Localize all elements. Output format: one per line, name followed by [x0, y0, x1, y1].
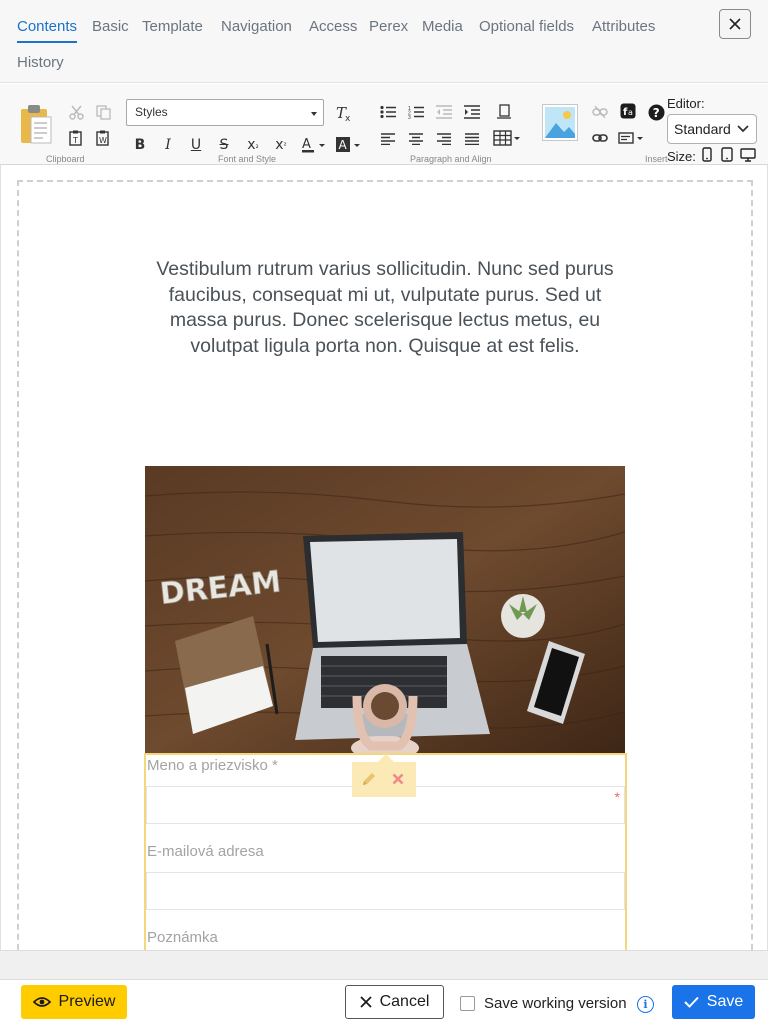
paste-word-icon[interactable]: W: [93, 128, 113, 148]
numbered-list-icon[interactable]: 123: [406, 103, 426, 121]
save-button[interactable]: Save: [672, 985, 755, 1019]
delete-icon[interactable]: [392, 773, 404, 785]
remove-format-icon[interactable]: Tx: [333, 102, 355, 124]
table-icon[interactable]: [492, 128, 522, 148]
tab-attributes[interactable]: Attributes: [592, 18, 655, 35]
outdent-icon[interactable]: [434, 103, 454, 121]
font-awesome-icon[interactable]: fa: [619, 102, 637, 120]
editor-select[interactable]: Standard: [667, 114, 757, 144]
tab-media[interactable]: Media: [422, 18, 463, 35]
note-field-label: Poznámka: [147, 929, 218, 946]
cancel-label: Cancel: [379, 993, 430, 1010]
desktop-size-icon[interactable]: [739, 146, 757, 163]
preview-label: Preview: [58, 993, 116, 1010]
editor-label: Editor:: [667, 96, 705, 111]
paste-text-icon[interactable]: T: [66, 128, 86, 148]
close-icon: [359, 996, 372, 1008]
edit-icon[interactable]: [361, 772, 376, 787]
italic-icon[interactable]: I: [159, 135, 177, 155]
tab-optional-fields[interactable]: Optional fields: [479, 18, 574, 35]
svg-text:3: 3: [408, 115, 411, 119]
close-icon: [729, 18, 741, 30]
tab-navigation[interactable]: Navigation: [221, 18, 292, 35]
tab-history[interactable]: History: [17, 54, 64, 71]
required-marker: *: [614, 789, 620, 805]
lead-paragraph: Vestibulum rutrum varius sollicitudin. N…: [156, 258, 614, 357]
cut-icon[interactable]: [66, 102, 86, 122]
paragraph-align-group-label: Paragraph and Align: [410, 154, 492, 164]
tab-contents[interactable]: Contents: [17, 18, 78, 43]
mobile-size-icon[interactable]: [700, 146, 714, 163]
image-icon[interactable]: [541, 103, 579, 142]
unlink-icon[interactable]: [591, 103, 609, 121]
tab-access[interactable]: Access: [309, 18, 357, 35]
svg-text:W: W: [99, 136, 107, 145]
help-icon[interactable]: ?: [646, 102, 666, 122]
save-working-version-label[interactable]: Save working version: [484, 995, 627, 1012]
text-color-icon[interactable]: A: [299, 135, 327, 155]
info-icon[interactable]: i: [637, 996, 654, 1013]
strikethrough-icon[interactable]: S: [215, 135, 233, 155]
hero-image[interactable]: DREAM: [144, 466, 626, 760]
form-icon[interactable]: [617, 129, 645, 147]
bulleted-list-icon[interactable]: [378, 103, 398, 121]
save-label: Save: [706, 993, 744, 1010]
div-icon[interactable]: [494, 102, 514, 122]
editor-value: Standard: [674, 121, 731, 137]
background-color-icon[interactable]: A: [334, 135, 362, 155]
styles-dropdown[interactable]: Styles: [126, 99, 324, 126]
email-field-label: E-mailová adresa: [147, 843, 264, 860]
editor-content[interactable]: Vestibulum rutrum varius sollicitudin. N…: [0, 165, 768, 950]
styles-value: Styles: [135, 105, 168, 119]
superscript-icon[interactable]: x²: [271, 135, 291, 155]
align-center-icon[interactable]: [406, 130, 426, 148]
svg-text:A: A: [302, 137, 311, 152]
svg-text:x: x: [345, 114, 351, 122]
status-band: [0, 950, 768, 980]
copy-icon[interactable]: [93, 102, 113, 122]
link-icon[interactable]: [591, 129, 609, 147]
insert-group-label: Insert: [645, 154, 668, 164]
tab-basic[interactable]: Basic: [92, 18, 129, 35]
subscript-icon[interactable]: x₂: [243, 135, 263, 155]
eye-icon: [32, 997, 51, 1007]
preview-button[interactable]: Preview: [21, 985, 127, 1019]
email-input[interactable]: [146, 872, 625, 910]
editor-toolbar: [0, 84, 768, 165]
font-style-group-label: Font and Style: [218, 154, 277, 164]
clipboard-group-label: Clipboard: [46, 154, 85, 164]
svg-text:?: ?: [652, 106, 659, 120]
align-right-icon[interactable]: [434, 130, 454, 148]
form-widget-toolbar: [352, 754, 416, 797]
justify-icon[interactable]: [462, 130, 482, 148]
save-working-version-checkbox[interactable]: [460, 996, 475, 1011]
close-button[interactable]: [719, 9, 751, 39]
name-field-label: Meno a priezvisko *: [147, 757, 278, 774]
tablet-size-icon[interactable]: [720, 146, 734, 163]
cancel-button[interactable]: Cancel: [345, 985, 444, 1019]
svg-text:T: T: [72, 136, 78, 145]
paste-icon[interactable]: [17, 102, 55, 146]
align-left-icon[interactable]: [378, 130, 398, 148]
tab-bar: Contents Basic Template Navigation Acces…: [0, 0, 768, 83]
tab-template[interactable]: Template: [142, 18, 203, 35]
underline-icon[interactable]: U: [187, 135, 205, 155]
bold-icon[interactable]: B: [131, 135, 149, 155]
check-icon: [684, 996, 699, 1008]
indent-icon[interactable]: [462, 103, 482, 121]
tab-perex[interactable]: Perex: [369, 18, 408, 35]
size-label: Size:: [667, 149, 696, 164]
svg-text:A: A: [339, 138, 348, 152]
chevron-down-icon: [737, 125, 749, 133]
svg-text:a: a: [628, 108, 633, 117]
